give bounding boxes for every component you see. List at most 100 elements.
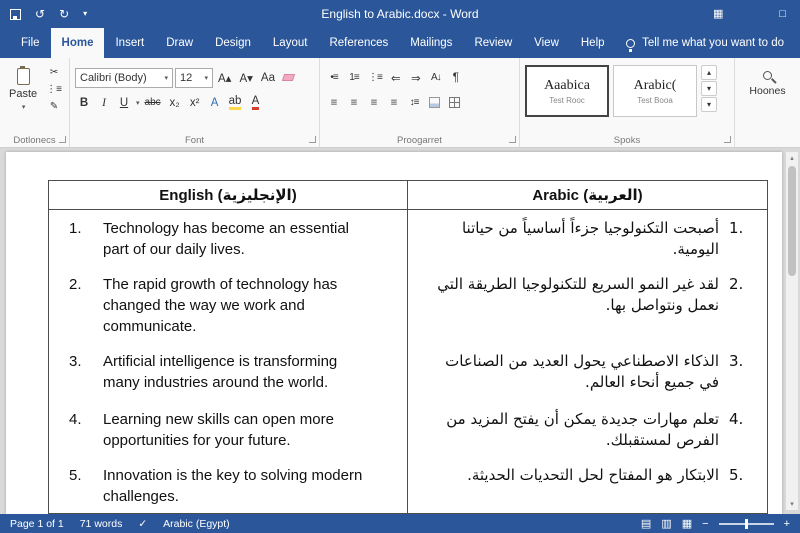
styles-gallery-expand-icon[interactable]: ▾ (701, 97, 717, 112)
page-indicator[interactable]: Page 1 of 1 (10, 518, 64, 530)
find-label: Hoones (749, 85, 786, 97)
arabic-cell[interactable]: 3. الذكاء الاصطناعي يحول العديد من الصنا… (408, 343, 767, 401)
tab-references[interactable]: References (318, 28, 399, 58)
zoom-in-icon[interactable]: + (784, 518, 790, 530)
paragraph-dialog-launcher-icon[interactable] (509, 136, 516, 143)
tab-home[interactable]: Home (50, 28, 105, 58)
tab-mailings[interactable]: Mailings (399, 28, 463, 58)
tab-help[interactable]: Help (570, 28, 616, 58)
chevron-down-icon: ▾ (164, 74, 168, 82)
paste-dropdown-icon[interactable]: ▾ (22, 103, 26, 111)
superscript-button[interactable]: x² (186, 93, 204, 113)
vertical-scrollbar[interactable]: ▴ ▾ (786, 152, 798, 510)
borders-icon[interactable] (445, 93, 463, 113)
styles-scroll-up-icon[interactable]: ▴ (701, 65, 717, 80)
paste-button[interactable]: Paste ▾ (5, 65, 41, 114)
table-row: 4. Learning new skills can open more opp… (49, 401, 767, 457)
font-name-combo[interactable]: Calibri (Body) ▾ (75, 67, 173, 88)
bold-button[interactable]: B (75, 93, 93, 113)
zoom-slider-thumb[interactable] (744, 518, 748, 529)
multilevel-list-icon[interactable]: ⋮≡ (365, 68, 385, 88)
english-column-header[interactable]: English (الإنجليزية) (49, 181, 408, 209)
shading-icon[interactable] (425, 93, 443, 113)
align-center-icon[interactable]: ≡ (345, 93, 363, 113)
text-effects-icon[interactable]: A (206, 93, 224, 113)
ribbon-display-options-icon[interactable]: ▦ (713, 8, 723, 20)
tab-review[interactable]: Review (463, 28, 523, 58)
word-count[interactable]: 71 words (80, 518, 123, 530)
show-paragraph-marks-icon[interactable]: ¶ (447, 68, 465, 88)
english-cell[interactable]: 5. Innovation is the key to solving mode… (49, 457, 408, 513)
arabic-cell[interactable]: 1. أصبحت التكنولوجيا جزءاً أساسياً من حي… (408, 210, 767, 266)
clipboard-dialog-launcher-icon[interactable] (59, 136, 66, 143)
arabic-column-header[interactable]: Arabic (العربية) (408, 181, 767, 209)
undo-icon[interactable]: ↺ (35, 8, 45, 20)
justify-icon[interactable]: ≡ (385, 93, 403, 113)
scrollbar-thumb[interactable] (788, 166, 796, 276)
table-header-row: English (الإنجليزية) Arabic (العربية) (49, 181, 767, 210)
change-case-icon[interactable]: Aa (258, 68, 278, 88)
restore-window-icon[interactable]: □ (779, 8, 786, 20)
find-button[interactable]: Hoones (749, 71, 786, 131)
zoom-slider[interactable] (718, 518, 774, 529)
web-layout-icon[interactable]: ▦ (682, 517, 692, 530)
print-layout-icon[interactable]: ▥ (661, 517, 671, 530)
style-no-spacing[interactable]: Arabic( Test Booa (613, 65, 697, 117)
decrease-indent-icon[interactable]: ⇐ (387, 68, 405, 88)
styles-scroll-down-icon[interactable]: ▾ (701, 81, 717, 96)
tell-me-label: Tell me what you want to do (642, 37, 784, 49)
strikethrough-button[interactable]: abc (142, 93, 164, 113)
clear-formatting-icon[interactable] (280, 68, 298, 88)
tab-design[interactable]: Design (204, 28, 262, 58)
italic-button[interactable]: I (95, 93, 113, 113)
grow-font-icon[interactable]: A▴ (215, 68, 234, 88)
arabic-sentence: أصبحت التكنولوجيا جزءاً أساسياً من حياتن… (461, 219, 719, 258)
copy-icon[interactable]: ⋮≡ (43, 82, 65, 97)
english-cell[interactable]: 3. Artificial intelligence is transformi… (49, 343, 408, 401)
font-dialog-launcher-icon[interactable] (309, 136, 316, 143)
tell-me-box[interactable]: Tell me what you want to do (626, 28, 800, 58)
redo-icon[interactable]: ↻ (59, 8, 69, 20)
language-indicator[interactable]: Arabic (Egypt) (163, 518, 230, 530)
align-right-icon[interactable]: ≡ (365, 93, 383, 113)
tab-layout[interactable]: Layout (262, 28, 319, 58)
underline-dropdown-icon[interactable]: ▾ (136, 99, 140, 107)
increase-indent-icon[interactable]: ⇒ (407, 68, 425, 88)
english-cell[interactable]: 2. The rapid growth of technology has ch… (49, 266, 408, 343)
style-normal[interactable]: Aaabica Test Rooc (525, 65, 609, 117)
format-painter-icon[interactable]: ✎ (43, 99, 65, 114)
bullets-icon[interactable]: •≡ (325, 68, 343, 88)
lightbulb-icon (626, 38, 636, 52)
tab-insert[interactable]: Insert (104, 28, 155, 58)
cut-icon[interactable]: ✂ (43, 65, 65, 80)
save-icon[interactable] (10, 8, 21, 20)
sort-icon[interactable]: A↓ (427, 68, 445, 88)
align-left-icon[interactable]: ≡ (325, 93, 343, 113)
styles-dialog-launcher-icon[interactable] (724, 136, 731, 143)
arabic-cell[interactable]: 2. لقد غير النمو السريع للتكنولوجيا الطر… (408, 266, 767, 343)
subscript-button[interactable]: x₂ (166, 93, 184, 113)
arabic-cell[interactable]: 5. الابتكار هو المفتاح لحل التحديات الحد… (408, 457, 767, 513)
underline-button[interactable]: U (115, 93, 133, 113)
tab-draw[interactable]: Draw (155, 28, 204, 58)
font-color-icon[interactable]: A (251, 95, 260, 111)
highlight-color-icon[interactable]: ab (228, 95, 242, 111)
tab-file[interactable]: File (10, 28, 51, 58)
line-spacing-icon[interactable]: ↕≡ (405, 93, 423, 113)
scroll-down-icon[interactable]: ▾ (790, 498, 794, 510)
numbering-icon[interactable]: 1≡ (345, 68, 363, 88)
arabic-cell[interactable]: 4. تعلم مهارات جديدة يمكن أن يفتح المزيد… (408, 401, 767, 457)
scroll-up-icon[interactable]: ▴ (790, 152, 794, 164)
tab-view[interactable]: View (523, 28, 570, 58)
customize-qat-icon[interactable]: ▾ (83, 10, 87, 18)
font-size-combo[interactable]: 12 ▾ (175, 67, 213, 88)
english-cell[interactable]: 4. Learning new skills can open more opp… (49, 401, 408, 457)
ribbon: Paste ▾ ✂ ⋮≡ ✎ Dotlonecs Calibri (Body) … (0, 58, 800, 148)
read-mode-icon[interactable]: ▤ (641, 517, 651, 530)
english-cell[interactable]: 1. Technology has become an essential pa… (49, 210, 408, 266)
shrink-font-icon[interactable]: A▾ (236, 68, 255, 88)
document-page[interactable]: English (الإنجليزية) Arabic (العربية) 1.… (6, 152, 782, 514)
zoom-out-icon[interactable]: − (702, 518, 708, 530)
list-number: 1. (729, 219, 744, 237)
proofing-check-icon[interactable]: ✓ (138, 518, 147, 530)
